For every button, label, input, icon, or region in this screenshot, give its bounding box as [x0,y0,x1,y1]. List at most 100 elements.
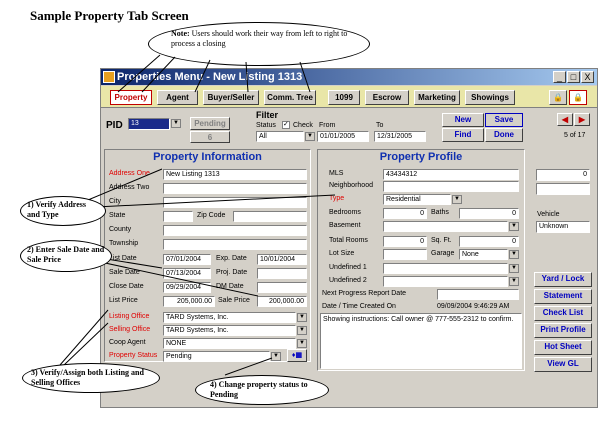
list-price-label: List Price [109,297,138,304]
state-label: State [109,212,126,219]
maximize-button[interactable]: □ [567,71,580,83]
mls-label: MLS [329,170,344,177]
sale-price-field[interactable]: 200,000.00 [257,296,307,307]
baths-label: Baths [431,209,449,216]
mls-field[interactable]: 43434312 [383,169,519,180]
print-profile-button[interactable]: Print Profile [534,323,592,338]
basement-label: Basement [329,222,361,229]
close-date-label: Close Date [109,283,144,290]
filter-status-dropdown-icon[interactable]: ▼ [305,132,315,141]
county-label: County [109,226,132,233]
view-gl-button[interactable]: View GL [534,357,592,372]
garage-dropdown-icon[interactable]: ▼ [509,250,519,259]
note-callout: Note: Users should work their way from l… [148,22,370,66]
selling-office-dropdown-icon[interactable]: ▼ [297,326,307,335]
check-checkbox[interactable]: ✓ [282,121,290,129]
hot-sheet-button[interactable]: Hot Sheet [534,340,592,355]
sqft-label: Sq. Ft. [431,237,452,244]
pid-dropdown-icon[interactable]: ▼ [171,119,181,128]
tab-showings[interactable]: Showings [465,90,515,105]
statement-button[interactable]: Statement [534,289,592,304]
listing-office-select[interactable]: TARD Systems, Inc. [163,312,296,323]
neighborhood-field[interactable] [383,181,519,192]
minimize-button[interactable]: _ [553,71,566,83]
new-button[interactable]: New [442,113,484,127]
lot-size-field[interactable] [383,249,427,260]
baths-field[interactable]: 0 [459,208,519,219]
property-status-dropdown-icon[interactable]: ▼ [271,352,281,361]
filter-from-label: From [319,122,336,129]
proj-date-field[interactable] [257,268,307,279]
address-one-field[interactable]: New Listing 1313 [163,169,307,180]
type-dropdown-icon[interactable]: ▼ [452,195,462,204]
city-field[interactable] [163,197,307,208]
filter-status-select[interactable]: All [256,131,304,142]
basement-select[interactable] [383,221,508,232]
vehicle-field[interactable]: Unknown [536,221,590,233]
basement-dropdown-icon[interactable]: ▼ [509,222,519,231]
done-button[interactable]: Done [485,128,523,142]
sale-date-label: Sale Date [109,269,140,276]
undefined-2-select[interactable] [383,276,508,287]
state-field[interactable] [163,211,193,222]
sale-price-label: Sale Price [218,297,250,304]
filter-to-field[interactable]: 12/31/2005 [374,131,426,142]
close-button[interactable]: X [581,71,594,83]
tab-property[interactable]: Property [110,90,152,105]
garage-select[interactable]: None [459,249,508,260]
blank-field[interactable] [536,183,590,195]
dm-date-field[interactable] [257,282,307,293]
zip-code-field[interactable] [233,211,307,222]
county-field[interactable] [163,225,307,236]
bedrooms-field[interactable]: 0 [383,208,427,219]
tab-1099[interactable]: 1099 [328,90,360,105]
lock-icon[interactable]: 🔒 [549,90,567,105]
listing-office-dropdown-icon[interactable]: ▼ [297,313,307,322]
app-icon [103,71,115,83]
prev-record-icon[interactable]: ◀ [557,113,573,126]
filter-to-label: To [376,122,384,129]
check-list-button[interactable]: Check List [534,306,592,321]
yard-lock-button[interactable]: Yard / Lock [534,272,592,287]
close-date-field[interactable]: 09/29/2004 [163,282,211,293]
callout-property-status: 4) Change property status to Pending [195,375,329,405]
garage-label: Garage [431,250,455,257]
list-date-field[interactable]: 07/01/2004 [163,254,211,265]
unlock-icon[interactable]: 🔒 [569,90,587,105]
undefined-1-dropdown-icon[interactable]: ▼ [509,264,519,273]
tab-agent[interactable]: Agent [157,90,198,105]
next-progress-report-field[interactable] [437,289,519,300]
pid-select[interactable]: 13 [128,118,170,130]
calendar-icon[interactable]: ♦▦ [287,349,307,362]
list-price-field[interactable]: 205,000.00 [163,296,215,307]
save-button[interactable]: Save [485,113,523,127]
type-select[interactable]: Residential [383,194,451,205]
type-label: Type [329,195,345,202]
filter-from-field[interactable]: 01/01/2005 [317,131,369,142]
property-status-select[interactable]: Pending [163,351,270,362]
find-button[interactable]: Find [442,128,484,142]
address-two-field[interactable] [163,183,307,194]
township-field[interactable] [163,239,307,250]
total-rooms-field[interactable]: 0 [383,236,427,247]
undefined-1-select[interactable] [383,263,508,274]
selling-office-select[interactable]: TARD Systems, Inc. [163,325,296,336]
tab-escrow[interactable]: Escrow [365,90,409,105]
exp-date-field[interactable]: 10/01/2004 [257,254,307,265]
tab-marketing[interactable]: Marketing [414,90,460,105]
next-record-icon[interactable]: ▶ [574,113,590,126]
note-text: Users should work their way from left to… [171,29,348,48]
coop-agent-select[interactable]: NONE [163,338,296,349]
count-field[interactable]: 0 [536,169,590,181]
showing-instructions-field[interactable]: Showing instructions: Call owner @ 777-5… [320,313,522,369]
coop-agent-dropdown-icon[interactable]: ▼ [297,339,307,348]
undefined-2-dropdown-icon[interactable]: ▼ [509,277,519,286]
sale-date-field[interactable]: 07/13/2004 [163,268,211,279]
tab-comm-tree[interactable]: Comm. Tree [264,90,316,105]
filter-status-label: Status [256,122,276,129]
pending-button[interactable]: Pending [190,117,230,130]
sqft-field[interactable]: 0 [459,236,519,247]
bedrooms-label: Bedrooms [329,209,361,216]
dm-date-label: DM Date [216,283,244,290]
tab-buyer-seller[interactable]: Buyer/Seller [203,90,259,105]
